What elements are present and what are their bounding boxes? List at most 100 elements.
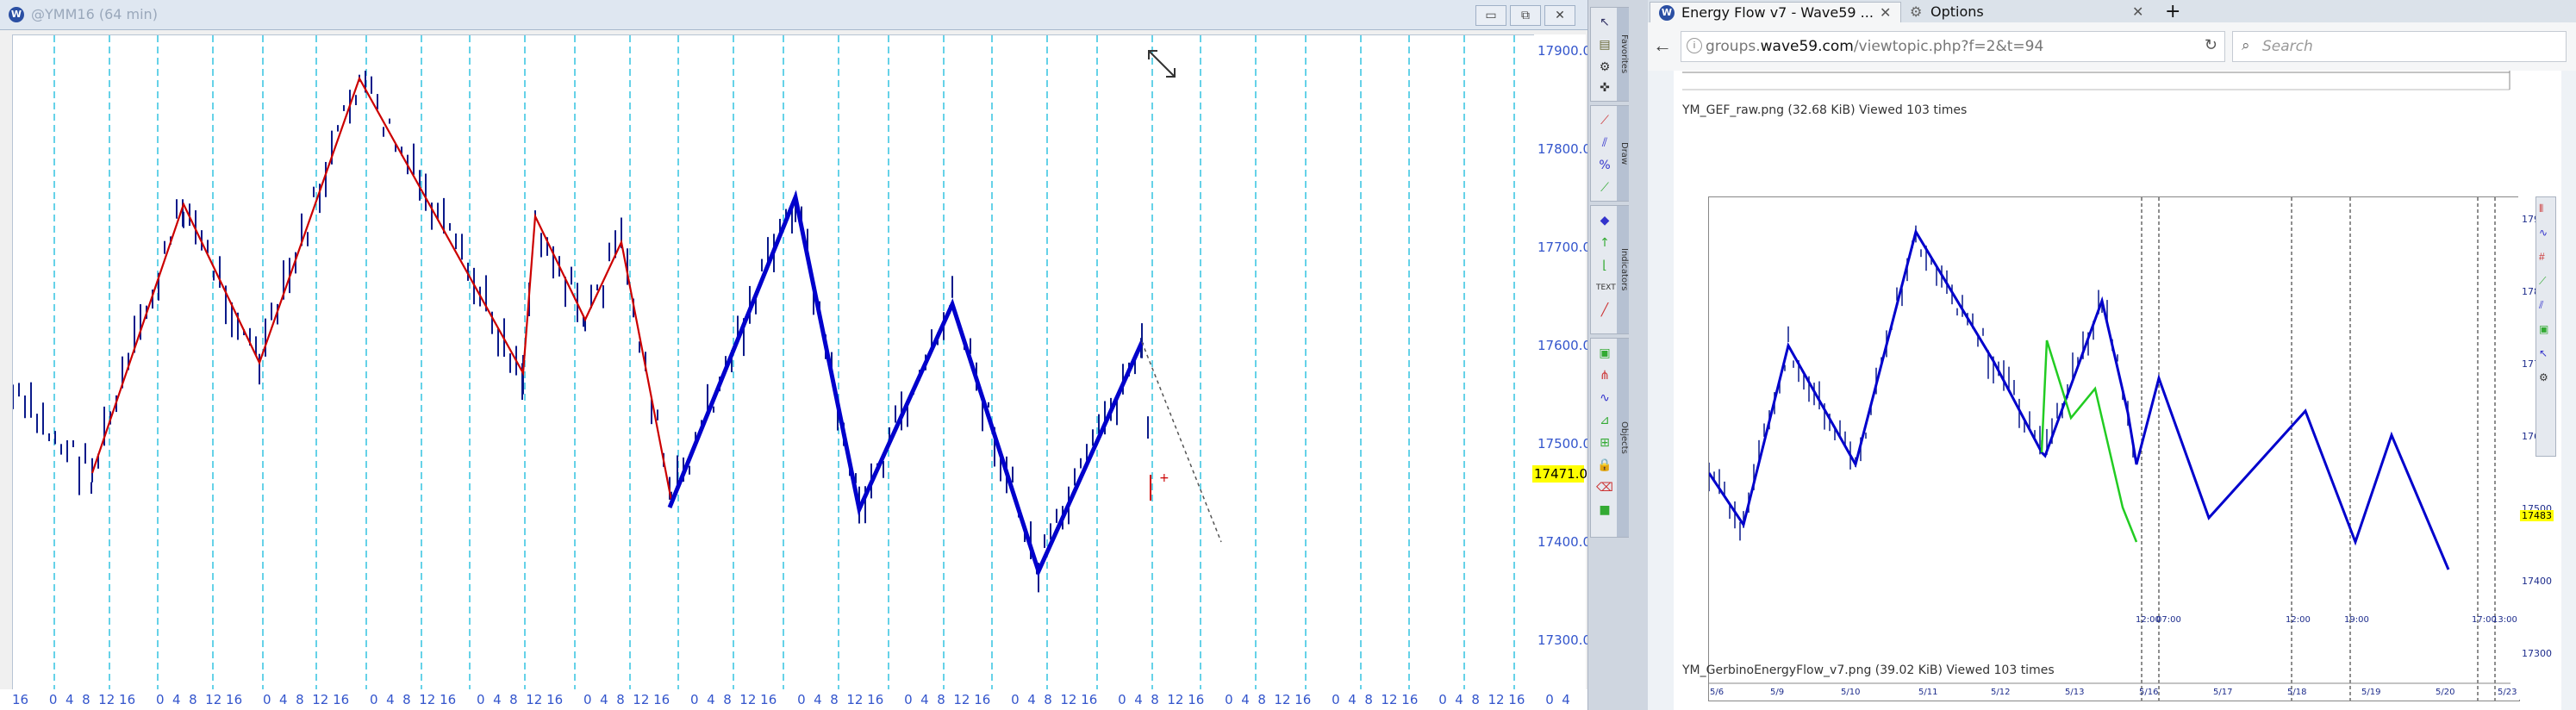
date-label: 5/11 [1918, 688, 1938, 697]
trend-icon[interactable]: ⟋ [2539, 275, 2546, 288]
toolbar-group: Favorites ↖ ▤ ⚙ ✜ [1590, 7, 1630, 102]
right-chart-date-axis: 5/6 5/9 5/10 5/11 5/12 5/13 5/16 5/17 5/… [1708, 686, 2518, 700]
pitchfork-icon[interactable]: ⋔ [1596, 368, 1613, 383]
channel-icon[interactable]: ⫽ [2539, 299, 2543, 312]
toolbar-group-tab[interactable]: Objects [1617, 339, 1629, 537]
date-label: 5/9 [1770, 688, 1785, 697]
blue-swing-line [667, 190, 1145, 577]
marker-time-labels: 12:00 07:00 12:00 19:00 17:00 13:00 [1708, 615, 2518, 627]
date-label: 5/20 [2436, 688, 2455, 697]
tab-strip: W Energy Flow v7 - Wave59 ... ✕ ⚙ Option… [1648, 0, 2576, 23]
marker-time: 12:00 [2286, 615, 2311, 625]
trendline-icon[interactable]: ⟋ [1596, 113, 1613, 128]
cursor-icon[interactable]: ↖ [2539, 347, 2548, 359]
lock-icon[interactable]: 🔒 [1596, 458, 1613, 473]
wave-icon[interactable]: ∿ [2539, 227, 2548, 239]
ohlc-bars-small [1708, 225, 2134, 541]
ruler-icon[interactable]: ▤ [1596, 37, 1613, 53]
price-label: 17800.0 [1537, 141, 1592, 157]
trading-window-title: @YMM16 (64 min) [31, 6, 158, 22]
new-tab-button[interactable]: + [2165, 2, 2187, 22]
percent-icon[interactable]: % [1596, 158, 1613, 173]
square-icon[interactable]: ■ [1596, 502, 1613, 518]
wave59-favicon-icon: W [1659, 5, 1675, 21]
trading-window-titlebar[interactable]: W @YMM16 (64 min) ▭ ⧉ ✕ [0, 0, 1631, 30]
channel-icon[interactable]: ⫽ [1596, 135, 1613, 151]
session-gridlines [53, 35, 1515, 690]
gear-icon[interactable]: ⚙ [2539, 371, 2548, 383]
toolbar-group: Draw ⟋ ⫽ % ⟋ [1590, 105, 1630, 202]
arrow-up-icon[interactable]: ↑ [1596, 235, 1613, 251]
tab-title: Energy Flow v7 - Wave59 ... [1681, 4, 1874, 21]
eraser-icon[interactable]: ⌫ [1596, 480, 1613, 495]
energy-flow-line [1707, 228, 2450, 570]
price-chart[interactable]: + [12, 34, 1536, 691]
date-label: 5/16 [2139, 688, 2159, 697]
reload-icon[interactable]: ↻ [2205, 36, 2217, 54]
trading-window: W @YMM16 (64 min) ▭ ⧉ ✕ + 17900.0 17800.… [0, 0, 1631, 710]
crosshair-icon[interactable]: ✜ [1596, 80, 1613, 96]
time-axis: 16 0 4 8 12 16 0 4 8 12 16 0 4 8 12 16 0… [0, 689, 1631, 710]
tab-close-icon[interactable]: ✕ [1880, 3, 1891, 23]
tab-title: Options [1930, 3, 1984, 20]
line-icon[interactable]: ╱ [1596, 302, 1613, 318]
date-label: 5/17 [2213, 688, 2233, 697]
fan-icon[interactable]: ⟋ [1596, 180, 1613, 196]
price-label: 17600.0 [1537, 338, 1592, 353]
gear-icon[interactable]: ⚙ [1596, 59, 1613, 75]
box-icon[interactable]: ▣ [1596, 346, 1613, 361]
text-icon[interactable]: TEXT [1596, 280, 1616, 296]
search-bar[interactable]: ⌕ Search [2232, 31, 2567, 62]
price-axis: 17900.0 17800.0 17700.0 17600.0 17500.0 … [1534, 34, 1591, 689]
previous-image-strip [1682, 71, 2511, 90]
tab-close-icon[interactable]: ✕ [2132, 2, 2143, 22]
tab-options[interactable]: ⚙ Options ✕ [1903, 2, 2153, 22]
step-icon[interactable]: ⌊ [1596, 258, 1613, 273]
gann-icon[interactable]: ⊿ [1596, 413, 1613, 428]
last-bar-cross: + [1159, 471, 1169, 485]
box-icon[interactable]: ▣ [2539, 323, 2548, 335]
bars-icon[interactable]: ⦀ [2539, 202, 2543, 215]
price-chart-canvas[interactable]: + [12, 35, 1535, 690]
price-label: 17400.0 [1537, 534, 1592, 550]
red-swing-line [90, 76, 673, 501]
info-icon[interactable]: i [1687, 38, 1702, 53]
date-label: 5/13 [2065, 688, 2085, 697]
price-label: 17700.0 [1537, 240, 1592, 255]
minimize-button[interactable]: ▭ [1475, 5, 1506, 26]
price-label: 17900.0 [1537, 43, 1592, 59]
toolbar-group-tab[interactable]: Indicators [1617, 206, 1629, 333]
url-text: groups.wave59.com/viewtopic.php?f=2&t=94 [1706, 38, 2044, 55]
current-price-tag: 17483 [2520, 510, 2554, 521]
toolbar-group-tab[interactable]: Favorites [1617, 8, 1629, 101]
navigation-bar: ← i groups.wave59.com/viewtopic.php?f=2&… [1648, 22, 2576, 72]
marker-time: 19:00 [2344, 615, 2369, 625]
numbers-icon[interactable]: # [2539, 251, 2545, 263]
tab-energy-flow[interactable]: W Energy Flow v7 - Wave59 ... ✕ [1650, 2, 1901, 23]
search-icon: ⌕ [2242, 37, 2250, 53]
wave59-logo-icon: W [9, 7, 24, 22]
attachment-caption[interactable]: YM_GEF_raw.png (32.68 KiB) Viewed 103 ti… [1682, 103, 1967, 117]
price-label: 17300 [2522, 648, 2552, 659]
cycle-icon[interactable]: ∿ [1596, 390, 1613, 406]
grid-icon[interactable]: ⊞ [1596, 435, 1613, 451]
diamond-icon[interactable]: ◆ [1596, 213, 1613, 228]
close-button[interactable]: ✕ [1544, 5, 1575, 26]
page-content[interactable]: YM_GEF_raw.png (32.68 KiB) Viewed 103 ti… [1648, 71, 2576, 710]
restore-button[interactable]: ⧉ [1510, 5, 1541, 26]
mini-toolbar: ⦀ ∿ # ⟋ ⫽ ▣ ↖ ⚙ [2535, 196, 2556, 457]
current-price-tag: 17471.00 [1532, 465, 1596, 483]
url-bar[interactable]: i groups.wave59.com/viewtopic.php?f=2&t=… [1681, 31, 2225, 62]
attachment-caption[interactable]: YM_GerbinoEnergyFlow_v7.png (39.02 KiB) … [1682, 663, 2055, 677]
date-label: 5/23 [2498, 688, 2517, 697]
cursor-icon[interactable]: ↖ [1596, 15, 1613, 30]
drawing-toolbar: Favorites ↖ ▤ ⚙ ✜ Draw ⟋ ⫽ % ⟋ Indicator… [1587, 0, 1630, 710]
toolbar-group-tab[interactable]: Draw [1617, 106, 1629, 201]
date-label: 5/12 [1991, 688, 2011, 697]
toolbar-group: Indicators ◆ ↑ ⌊ TEXT ╱ [1590, 205, 1630, 334]
window-splitter[interactable] [1629, 0, 1648, 710]
time-axis-labels: 16 0 4 8 12 16 0 4 8 12 16 0 4 8 12 16 0… [12, 692, 1570, 707]
date-label: 5/10 [1841, 688, 1861, 697]
back-arrow-icon[interactable]: ← [1653, 34, 1672, 57]
gear-favicon-icon: ⚙ [1910, 3, 1923, 20]
